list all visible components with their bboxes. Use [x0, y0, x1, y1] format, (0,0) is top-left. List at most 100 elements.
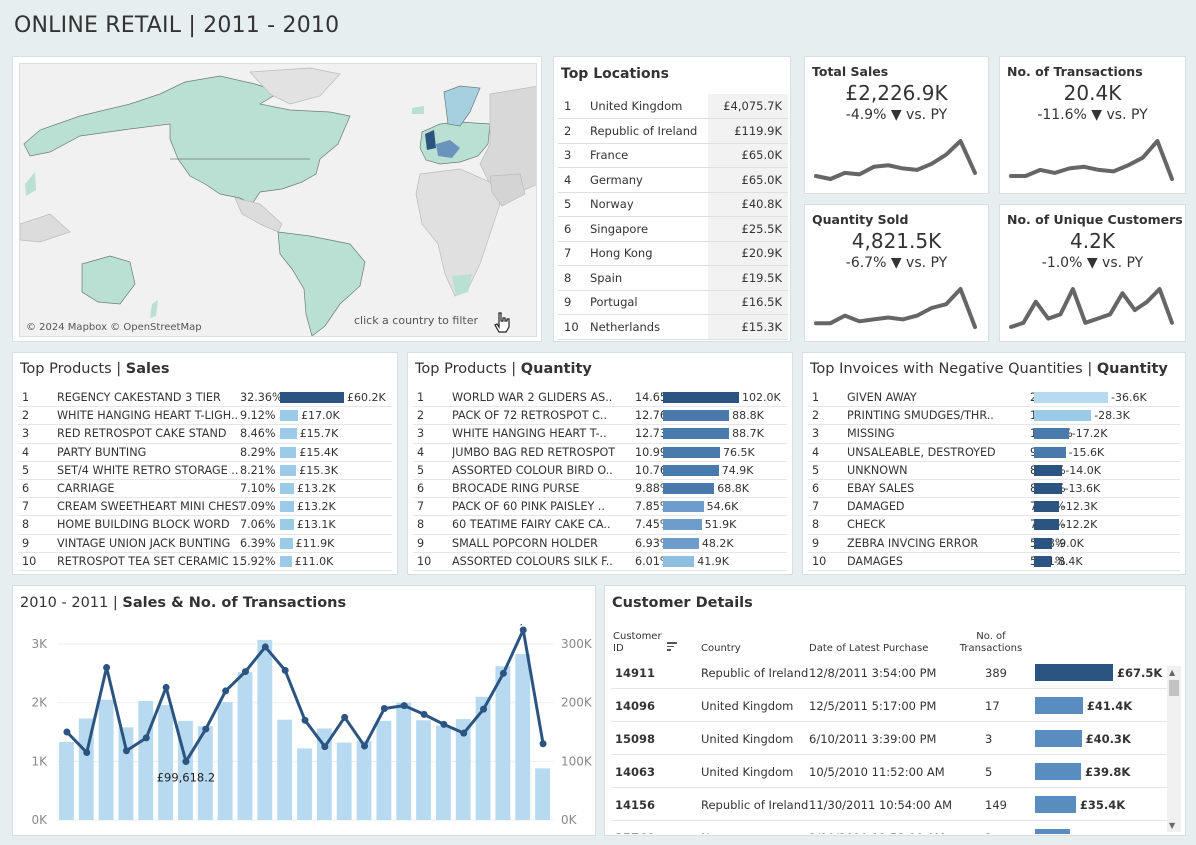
table-row[interactable]: 9 VINTAGE UNION JACK BUNTING 6.39% £11.9K — [18, 535, 392, 553]
sales-point[interactable] — [519, 626, 527, 634]
transactions-bar[interactable] — [158, 705, 174, 820]
transactions-bar[interactable] — [237, 672, 253, 820]
world-map[interactable]: © 2024 Mapbox © OpenStreetMap click a co… — [19, 63, 537, 337]
customer-row[interactable]: 15760 Norway 3/19/2010 11:53:00 AM 2 — [611, 821, 1169, 834]
table-row[interactable]: 7 CREAM SWEETHEART MINI CHEST 7.09% £13.2K — [18, 498, 392, 517]
sales-point[interactable] — [281, 666, 289, 674]
table-row[interactable]: 6 CARRIAGE 7.10% £13.2K — [18, 480, 392, 499]
transactions-bar[interactable] — [336, 742, 352, 820]
table-row[interactable]: 10 RETROSPOT TEA SET CERAMIC 1.. 5.92% £11.… — [18, 553, 392, 571]
sales-point[interactable] — [480, 705, 488, 713]
customer-row[interactable]: 15098 United Kingdom 6/10/2011 3:39:00 PM 3… — [611, 722, 1169, 755]
table-row[interactable]: 3 WHITE HANGING HEART T-.. 12.73% 88.7K — [413, 425, 787, 444]
table-row[interactable]: 10DAMAGES5.01%-8.4K — [808, 553, 1180, 571]
col-header-transactions[interactable]: No. of Transactions — [955, 631, 1027, 655]
transactions-bar[interactable] — [257, 639, 273, 820]
sales-point[interactable] — [499, 669, 507, 677]
sales-point[interactable] — [261, 643, 269, 651]
table-row[interactable]: 5 SET/4 WHITE RETRO STORAGE .. 8.21% £15.3K — [18, 462, 392, 480]
sort-icon[interactable] — [667, 642, 679, 652]
customer-scrollbar[interactable]: ▲ ▼ — [1167, 666, 1181, 832]
customer-row[interactable]: 14911 Republic of Ireland 12/8/2011 3:54:0… — [611, 656, 1169, 689]
transactions-bar[interactable] — [376, 720, 392, 820]
transactions-bar[interactable] — [59, 741, 74, 820]
table-row[interactable]: 4 PARTY BUNTING 8.29% £15.4K — [18, 444, 392, 462]
transactions-bar[interactable] — [435, 725, 451, 820]
location-row[interactable]: 7 Hong Kong £20.9K — [558, 241, 788, 266]
table-row[interactable]: 1 WORLD WAR 2 GLIDERS AS.. 14.65% 102.0K — [413, 389, 787, 408]
table-row[interactable]: 4 JUMBO BAG RED RETROSPOT 10.99% 76.5K — [413, 444, 787, 462]
sales-point[interactable] — [341, 713, 349, 721]
sales-point[interactable] — [301, 716, 309, 724]
table-row[interactable]: 7 PACK OF 60 PINK PAISLEY .. 7.85% 54.6K — [413, 498, 787, 517]
location-row[interactable]: 1 United Kingdom £4,075.7K — [558, 94, 788, 119]
sales-point[interactable] — [162, 683, 170, 691]
table-row[interactable]: 9ZEBRA INVCING ERROR5.38%-9.0K — [808, 535, 1180, 553]
transactions-bar[interactable] — [396, 702, 412, 820]
location-row[interactable]: 10 Netherlands £15.3K — [558, 314, 788, 340]
transactions-bar[interactable] — [535, 768, 550, 820]
table-row[interactable]: 7DAMAGED7.38%-12.3K — [808, 498, 1180, 517]
sales-point[interactable] — [460, 729, 468, 737]
scroll-thumb[interactable] — [1169, 680, 1179, 696]
sales-point[interactable] — [182, 758, 190, 766]
location-row[interactable]: 9 Portugal £16.5K — [558, 290, 788, 315]
col-header-customer-id[interactable]: Customer ID — [613, 631, 665, 655]
table-row[interactable]: 8CHECK7.29%-12.2K — [808, 516, 1180, 535]
location-row[interactable]: 2 Republic of Ireland £119.9K — [558, 118, 788, 144]
table-row[interactable]: 1GIVEN AWAY21.88%-36.6K — [808, 389, 1180, 408]
sales-point[interactable] — [361, 742, 369, 750]
sales-point[interactable] — [103, 663, 111, 671]
transactions-bar[interactable] — [356, 740, 372, 820]
location-row[interactable]: 4 Germany £65.0K — [558, 167, 788, 193]
table-row[interactable]: 3 RED RETROSPOT CAKE STAND 8.46% £15.7K — [18, 425, 392, 444]
customer-row[interactable]: 14063 United Kingdom 10/5/2010 11:52:00 AM… — [611, 755, 1169, 788]
table-row[interactable]: 8 60 TEATIME FAIRY CAKE CA.. 7.45% 51.9K — [413, 516, 787, 535]
table-row[interactable]: 9 SMALL POPCORN HOLDER 6.93% 48.2K — [413, 535, 787, 553]
table-row[interactable]: 2PRINTING SMUDGES/THR..16.90%-28.3K — [808, 407, 1180, 426]
transactions-bar[interactable] — [297, 748, 312, 820]
transactions-bar[interactable] — [118, 727, 134, 820]
customer-rows[interactable]: 14911 Republic of Ireland 12/8/2011 3:54:0… — [605, 656, 1175, 834]
sales-point[interactable] — [420, 710, 428, 718]
transactions-bar[interactable] — [515, 653, 531, 820]
table-row[interactable]: 2 WHITE HANGING HEART T-LIGH.. 9.12% £17.0K — [18, 407, 392, 426]
table-row[interactable]: 4UNSALEABLE, DESTROYED9.35%-15.6K — [808, 444, 1180, 462]
transactions-bar[interactable] — [416, 720, 431, 820]
sales-transactions-chart[interactable]: 0K 1K 2K 3K 0K 100K 200K 300K £99,618.2 £323,943.… — [13, 624, 595, 834]
transactions-bar[interactable] — [217, 702, 233, 820]
table-row[interactable]: 10 ASSORTED COLOURS SILK F.. 6.01% 41.9K — [413, 553, 787, 571]
sales-point[interactable] — [539, 740, 547, 748]
table-row[interactable]: 3MISSING10.29%-17.2K — [808, 425, 1180, 444]
sales-point[interactable] — [83, 749, 91, 757]
customer-row[interactable]: 14096 United Kingdom 12/5/2011 5:17:00 PM 1… — [611, 689, 1169, 722]
sales-point[interactable] — [202, 725, 210, 733]
table-row[interactable]: 8 HOME BUILDING BLOCK WORD 7.06% £13.1K — [18, 516, 392, 535]
sales-point[interactable] — [321, 743, 329, 751]
table-row[interactable]: 6 BROCADE RING PURSE 9.88% 68.8K — [413, 480, 787, 499]
sales-point[interactable] — [400, 702, 408, 710]
table-row[interactable]: 6EBAY SALES8.15%-13.6K — [808, 480, 1180, 499]
table-row[interactable]: 5 ASSORTED COLOUR BIRD O.. 10.76% 74.9K — [413, 462, 787, 480]
col-header-latest-purchase[interactable]: Date of Latest Purchase — [809, 643, 928, 655]
table-row[interactable]: 5UNKNOWN8.36%-14.0K — [808, 462, 1180, 480]
scroll-down-icon[interactable]: ▼ — [1169, 821, 1175, 830]
customer-row[interactable]: 14156 Republic of Ireland 11/30/2011 10:54… — [611, 788, 1169, 821]
sales-point[interactable] — [122, 747, 130, 755]
sales-point[interactable] — [241, 668, 249, 676]
location-row[interactable]: 3 France £65.0K — [558, 143, 788, 168]
sales-point[interactable] — [222, 687, 230, 695]
table-row[interactable]: 1 REGENCY CAKESTAND 3 TIER 32.36% £60.2K — [18, 389, 392, 408]
scroll-up-icon[interactable]: ▲ — [1169, 668, 1175, 677]
location-row[interactable]: 5 Norway £40.8K — [558, 192, 788, 217]
sales-point[interactable] — [380, 705, 388, 713]
transactions-bar[interactable] — [98, 699, 114, 820]
sales-point[interactable] — [63, 728, 71, 736]
location-row[interactable]: 8 Spain £19.5K — [558, 265, 788, 291]
transactions-bar[interactable] — [495, 666, 511, 820]
sales-point[interactable] — [440, 720, 448, 728]
location-row[interactable]: 6 Singapore £25.5K — [558, 216, 788, 242]
transactions-bar[interactable] — [138, 700, 154, 820]
table-row[interactable]: 2 PACK OF 72 RETROSPOT C.. 12.76% 88.8K — [413, 407, 787, 426]
sales-point[interactable] — [142, 734, 150, 742]
